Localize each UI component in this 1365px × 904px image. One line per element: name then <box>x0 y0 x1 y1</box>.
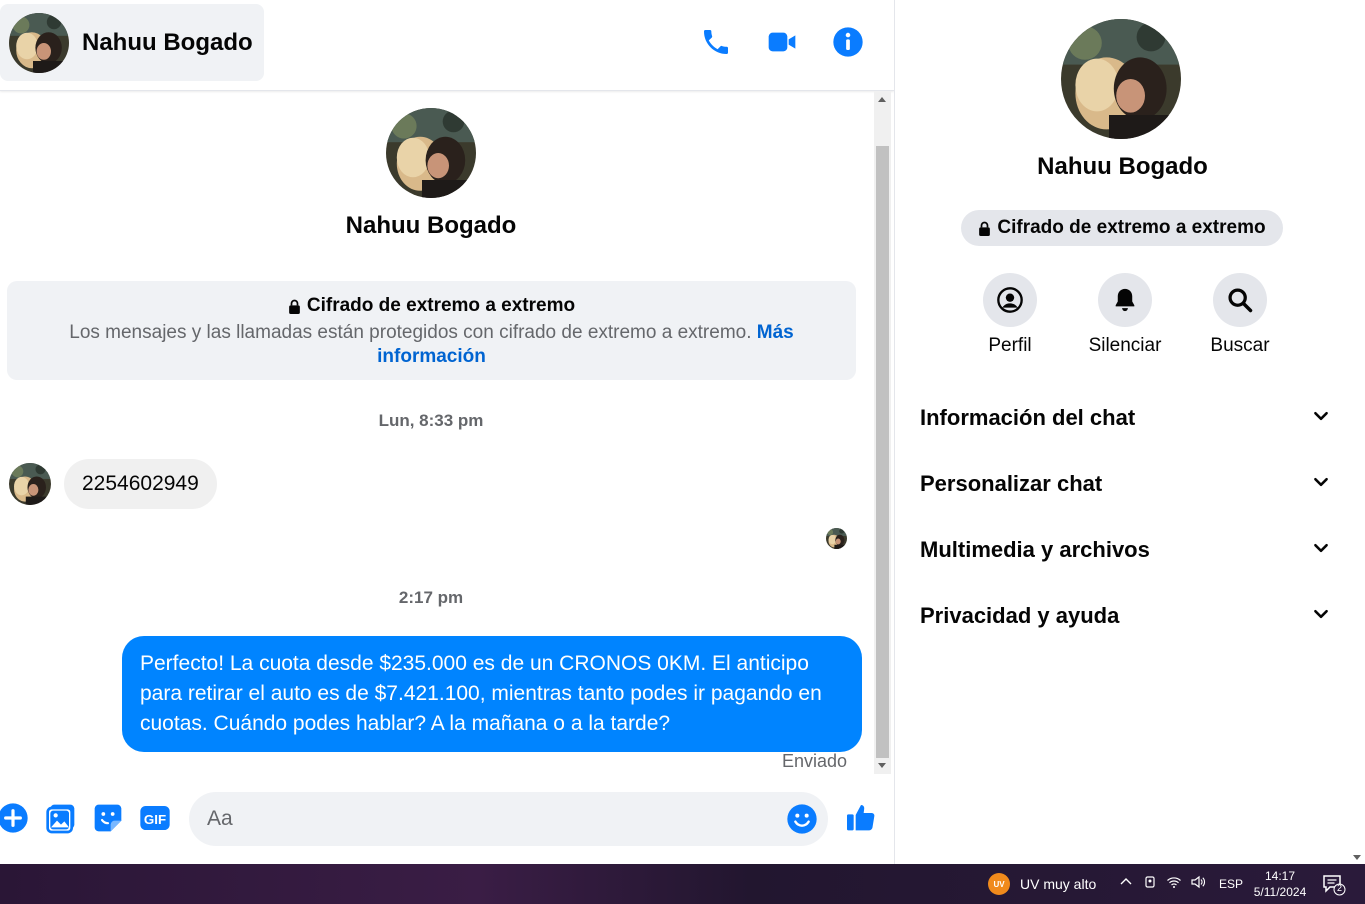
video-camera-icon <box>768 32 795 51</box>
section-customize-chat[interactable]: Personalizar chat <box>920 464 1330 504</box>
bell-icon <box>1115 288 1135 312</box>
info-contact-name: Nahuu Bogado <box>1037 153 1208 180</box>
section-label: Personalizar chat <box>920 471 1103 496</box>
emoji-icon <box>787 804 817 834</box>
profile-icon <box>997 287 1023 313</box>
uv-badge[interactable]: UV <box>988 873 1010 895</box>
conversation-intro: Nahuu Bogado <box>0 108 862 240</box>
weather-widget-text[interactable]: UV muy alto <box>1020 876 1096 892</box>
phone-icon <box>703 29 728 54</box>
chevron-down-icon <box>1312 473 1330 496</box>
section-label: Privacidad y ayuda <box>920 603 1120 628</box>
avatar <box>9 13 69 73</box>
info-actions: Perfil Silenciar Buscar <box>960 273 1290 357</box>
header-actions <box>699 25 864 58</box>
search-icon <box>1228 288 1253 313</box>
volume-icon[interactable] <box>1190 874 1206 890</box>
search-action-label: Buscar <box>1210 335 1270 356</box>
chevron-down-icon <box>1312 407 1330 430</box>
wifi-icon[interactable] <box>1166 874 1182 890</box>
avatar <box>386 108 476 198</box>
lock-icon <box>979 221 991 236</box>
thumbs-up-icon <box>847 805 875 831</box>
chat-header: Nahuu Bogado <box>0 0 894 91</box>
mute-action-label: Silenciar <box>1088 335 1162 356</box>
scroll-down-arrow[interactable] <box>878 763 886 768</box>
panel-scroll-down-arrow[interactable] <box>1353 855 1361 860</box>
avatar <box>9 463 51 505</box>
clock-date: 5/11/2024 <box>1253 885 1307 899</box>
message-input[interactable] <box>207 792 777 846</box>
conversation-info-button[interactable] <box>831 25 864 58</box>
composer: GIF <box>0 774 894 864</box>
gif-icon: GIF <box>140 806 170 830</box>
gallery-icon <box>46 804 75 834</box>
notification-count: 2 <box>1336 883 1342 893</box>
header-contact-button[interactable]: Nahuu Bogado <box>0 4 264 81</box>
scroll-thumb[interactable] <box>876 146 889 758</box>
intro-contact-name: Nahuu Bogado <box>345 212 517 239</box>
meet-now-icon[interactable] <box>1142 874 1158 890</box>
conversation-info-panel: Nahuu Bogado Cifrado de extremo a extrem… <box>894 0 1365 864</box>
emoji-button[interactable] <box>786 803 818 835</box>
attach-media-button[interactable] <box>45 802 77 834</box>
clock-time: 14:17 <box>1264 869 1296 883</box>
encryption-notice-title: Cifrado de extremo a extremo <box>306 295 576 316</box>
taskbar: UV UV muy alto ESP 14:17 5/11/2024 2 <box>0 864 1365 904</box>
message-row-incoming: 2254602949 <box>9 459 217 509</box>
encryption-pill[interactable]: Cifrado de extremo a extremo <box>961 210 1283 246</box>
encryption-notice: Cifrado de extremo a extremo Los mensaje… <box>7 281 856 380</box>
clock[interactable]: 14:17 5/11/2024 <box>1248 868 1312 900</box>
outgoing-message-bubble[interactable]: Perfecto! La cuota desde $235.000 es de … <box>122 636 862 752</box>
mute-action-button[interactable] <box>1098 273 1152 327</box>
sticker-button[interactable] <box>92 802 124 834</box>
profile-action[interactable]: Perfil <box>960 273 1060 357</box>
seen-receipt-avatar <box>826 528 847 549</box>
section-privacy-help[interactable]: Privacidad y ayuda <box>920 596 1330 636</box>
chevron-down-icon <box>1312 605 1330 628</box>
search-action-button[interactable] <box>1213 273 1267 327</box>
scroll-up-arrow[interactable] <box>878 97 886 102</box>
audio-call-button[interactable] <box>699 25 732 58</box>
info-icon <box>832 26 863 57</box>
chevron-down-icon <box>1312 539 1330 562</box>
contact-name: Nahuu Bogado <box>82 28 253 56</box>
encryption-notice-text-block: Los mensajes y las llamadas están proteg… <box>7 321 856 369</box>
section-label: Información del chat <box>920 405 1136 430</box>
chat-panel: Nahuu Bogado Nahuu Bogado Cifrado de ext… <box>0 0 894 864</box>
avatar[interactable] <box>1061 19 1181 139</box>
messenger-app: Nahuu Bogado Nahuu Bogado Cifrado de ext… <box>0 0 1365 864</box>
chevron-up-icon[interactable] <box>1118 874 1134 890</box>
message-timestamp: 2:17 pm <box>398 588 464 607</box>
gif-button[interactable]: GIF <box>139 802 171 834</box>
section-chat-info[interactable]: Información del chat <box>920 398 1330 438</box>
notification-center-button[interactable]: 2 <box>1322 874 1346 896</box>
plus-circle-icon <box>0 803 28 833</box>
message-timestamp: Lun, 8:33 pm <box>378 411 484 430</box>
like-send-button[interactable] <box>845 801 877 833</box>
encryption-notice-text: Los mensajes y las llamadas están proteg… <box>69 322 752 343</box>
search-action[interactable]: Buscar <box>1190 273 1290 357</box>
encryption-notice-title-row: Cifrado de extremo a extremo <box>7 295 856 317</box>
message-status: Enviado <box>781 751 847 771</box>
mute-action[interactable]: Silenciar <box>1075 273 1175 357</box>
message-list[interactable]: Nahuu Bogado Cifrado de extremo a extrem… <box>0 91 874 774</box>
section-label: Multimedia y archivos <box>920 537 1150 562</box>
section-media-files[interactable]: Multimedia y archivos <box>920 530 1330 570</box>
encryption-pill-label: Cifrado de extremo a extremo <box>997 217 1266 238</box>
sticker-icon <box>94 804 122 832</box>
input-language[interactable]: ESP <box>1219 877 1243 891</box>
svg-text:GIF: GIF <box>144 812 166 827</box>
lock-icon <box>289 299 300 314</box>
message-input-wrapper <box>189 792 828 846</box>
system-tray <box>1118 874 1206 890</box>
message-list-scrollbar[interactable] <box>874 91 891 774</box>
more-actions-button[interactable] <box>0 802 29 834</box>
video-call-button[interactable] <box>765 25 798 58</box>
profile-action-button[interactable] <box>983 273 1037 327</box>
incoming-message-bubble[interactable]: 2254602949 <box>64 459 217 509</box>
profile-action-label: Perfil <box>988 335 1032 356</box>
